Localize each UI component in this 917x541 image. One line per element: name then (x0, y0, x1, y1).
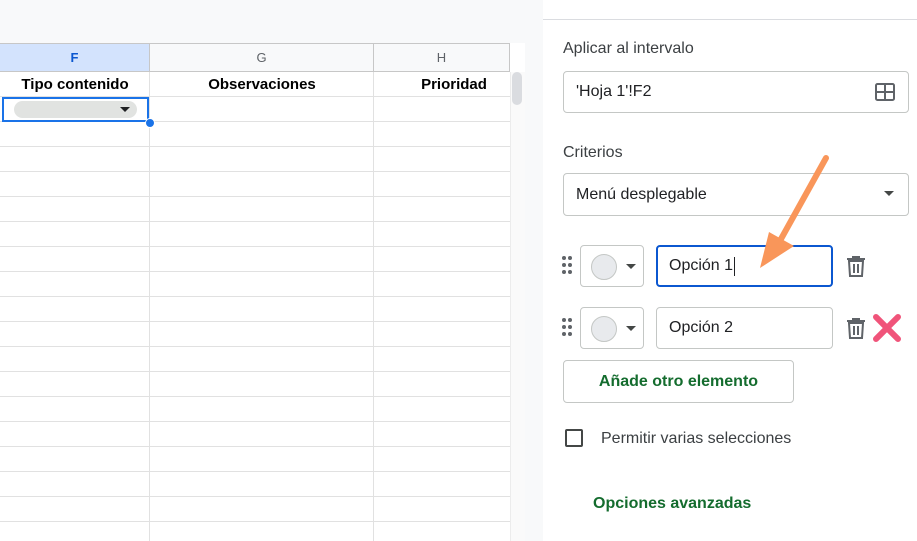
delete-option-2-trash-icon[interactable] (845, 316, 867, 340)
table-row[interactable] (0, 372, 510, 397)
header-cell-tipo-contenido[interactable]: Tipo contenido (0, 72, 150, 97)
column-header-g[interactable]: G (150, 43, 374, 72)
table-row[interactable] (0, 172, 510, 197)
column-header-h[interactable]: H (374, 43, 510, 72)
color-swatch-icon (591, 254, 617, 280)
fill-handle[interactable] (145, 118, 155, 128)
table-row[interactable] (0, 397, 510, 422)
panel-divider (543, 19, 917, 20)
criteria-value: Menú desplegable (576, 185, 707, 203)
table-row[interactable] (0, 247, 510, 272)
table-row[interactable] (0, 522, 510, 541)
red-x-annotation-icon (873, 314, 901, 342)
grid-select-icon[interactable] (875, 83, 895, 101)
table-row[interactable] (0, 497, 510, 522)
add-item-button[interactable]: Añade otro elemento (563, 360, 794, 403)
header-cell-observaciones[interactable]: Observaciones (150, 72, 374, 97)
table-row[interactable] (0, 322, 510, 347)
criteria-chevron-down-icon (884, 191, 894, 196)
vertical-scrollbar[interactable] (510, 72, 525, 541)
column-divider (373, 72, 374, 541)
color-swatch-icon (591, 316, 617, 342)
range-input[interactable]: 'Hoja 1'!F2 (563, 71, 909, 113)
scrollbar-thumb[interactable] (512, 72, 522, 105)
multi-select-checkbox[interactable] (565, 429, 583, 447)
column-header-f[interactable]: F (0, 43, 150, 72)
range-value: 'Hoja 1'!F2 (576, 83, 652, 100)
option-1-value: Opción 1 (669, 257, 734, 274)
column-divider (149, 72, 150, 541)
table-row[interactable] (0, 197, 510, 222)
orange-arrow-annotation-icon (760, 155, 829, 268)
range-label: Aplicar al intervalo (563, 40, 694, 57)
option-2-input[interactable]: Opción 2 (656, 307, 833, 349)
table-row[interactable] (0, 122, 510, 147)
table-row[interactable] (0, 447, 510, 472)
data-validation-panel: Aplicar al intervalo 'Hoja 1'!F2 Criteri… (543, 0, 917, 541)
sheet-toolbar-area (0, 0, 525, 43)
text-cursor (734, 256, 736, 276)
advanced-options-link[interactable]: Opciones avanzadas (593, 495, 751, 513)
chevron-down-icon (626, 326, 636, 331)
drag-handle-icon[interactable] (562, 318, 572, 336)
chevron-down-icon (626, 264, 636, 269)
panel-gutter (525, 0, 543, 541)
table-row[interactable] (0, 297, 510, 322)
delete-option-1-trash-icon[interactable] (845, 254, 867, 278)
table-row[interactable] (0, 347, 510, 372)
table-row[interactable] (0, 422, 510, 447)
table-row[interactable] (0, 272, 510, 297)
multi-select-label: Permitir varias selecciones (601, 430, 792, 447)
spreadsheet-grid: F G H Tipo contenido Observaciones Prior… (0, 0, 525, 541)
option-2-value: Opción 2 (669, 319, 734, 336)
criteria-select[interactable]: Menú desplegable (563, 173, 909, 216)
option-1-color-button[interactable] (580, 245, 644, 287)
table-row[interactable] (0, 472, 510, 497)
option-2-color-button[interactable] (580, 307, 644, 349)
active-cell-f2[interactable] (2, 97, 149, 122)
drag-handle-icon[interactable] (562, 256, 572, 274)
header-cell-prioridad[interactable]: Prioridad (374, 72, 525, 97)
criteria-label: Criterios (563, 144, 623, 161)
table-row[interactable] (0, 147, 510, 172)
table-row[interactable] (0, 222, 510, 247)
